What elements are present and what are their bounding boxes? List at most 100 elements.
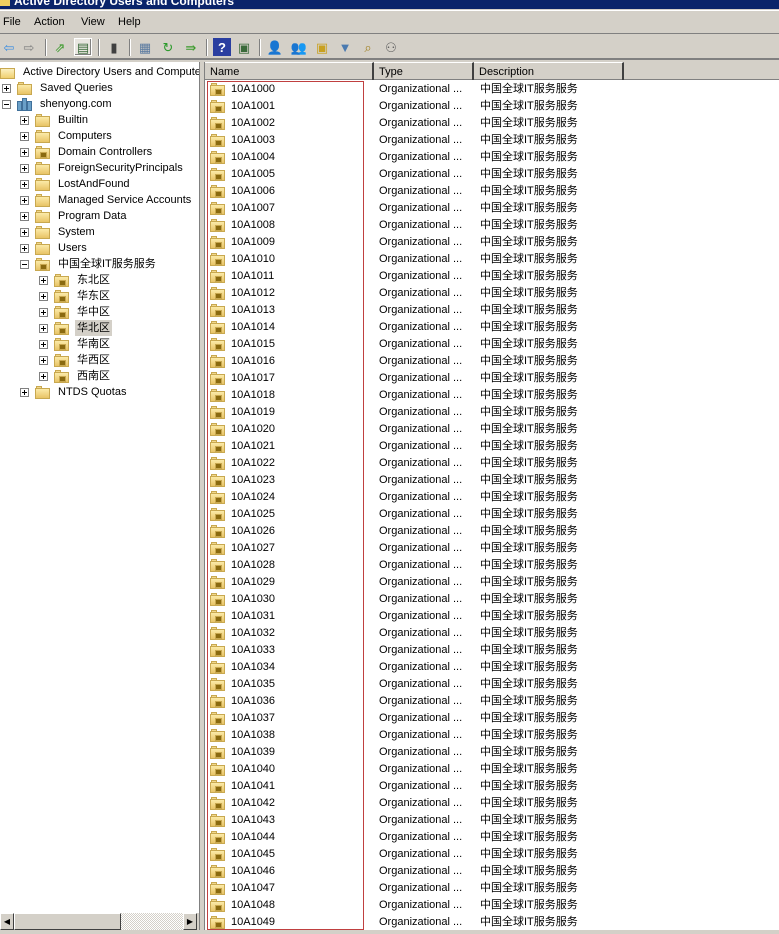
column-header-description[interactable]: Description: [474, 62, 624, 80]
list-row[interactable]: 10A1042 Organizational ... 中国全球IT服务服务: [205, 795, 779, 812]
expand-icon[interactable]: [39, 371, 48, 381]
tree-item[interactable]: 华西区: [39, 352, 112, 368]
expand-icon[interactable]: [39, 275, 48, 285]
clipboard-icon[interactable]: ▮: [105, 38, 123, 56]
list-row[interactable]: 10A1002 Organizational ... 中国全球IT服务服务: [205, 115, 779, 132]
tree-item[interactable]: Builtin: [20, 112, 90, 128]
list-row[interactable]: 10A1043 Organizational ... 中国全球IT服务服务: [205, 812, 779, 829]
tree-item[interactable]: System: [20, 224, 97, 240]
list-row[interactable]: 10A1017 Organizational ... 中国全球IT服务服务: [205, 370, 779, 387]
list-row[interactable]: 10A1012 Organizational ... 中国全球IT服务服务: [205, 285, 779, 302]
list-row[interactable]: 10A1001 Organizational ... 中国全球IT服务服务: [205, 98, 779, 115]
list-row[interactable]: 10A1030 Organizational ... 中国全球IT服务服务: [205, 591, 779, 608]
back-icon[interactable]: ⇦: [0, 38, 18, 56]
list-row[interactable]: 10A1049 Organizational ... 中国全球IT服务服务: [205, 914, 779, 931]
expand-icon[interactable]: [20, 195, 29, 205]
expand-icon[interactable]: [39, 355, 48, 365]
expand-icon[interactable]: [20, 211, 29, 221]
expand-icon[interactable]: [2, 83, 11, 93]
properties-icon[interactable]: ▦: [136, 38, 154, 56]
list-row[interactable]: 10A1007 Organizational ... 中国全球IT服务服务: [205, 200, 779, 217]
list-row[interactable]: 10A1021 Organizational ... 中国全球IT服务服务: [205, 438, 779, 455]
menu-help[interactable]: Help: [118, 16, 141, 28]
menu-view[interactable]: View: [81, 16, 105, 28]
filter-icon[interactable]: ▼: [336, 38, 354, 56]
tree-horizontal-scrollbar[interactable]: ◀ ▶: [0, 913, 199, 930]
list-row[interactable]: 10A1045 Organizational ... 中国全球IT服务服务: [205, 846, 779, 863]
scroll-thumb[interactable]: [14, 913, 121, 930]
expand-icon[interactable]: [39, 323, 48, 333]
tree-item[interactable]: 中国全球IT服务服务: [20, 256, 158, 272]
list-row[interactable]: 10A1009 Organizational ... 中国全球IT服务服务: [205, 234, 779, 251]
list-row[interactable]: 10A1000 Organizational ... 中国全球IT服务服务: [205, 81, 779, 98]
list-row[interactable]: 10A1005 Organizational ... 中国全球IT服务服务: [205, 166, 779, 183]
list-row[interactable]: 10A1024 Organizational ... 中国全球IT服务服务: [205, 489, 779, 506]
tree-item[interactable]: ForeignSecurityPrincipals: [20, 160, 185, 176]
forward-icon[interactable]: ⇨: [20, 38, 38, 56]
list-row[interactable]: 10A1048 Organizational ... 中国全球IT服务服务: [205, 897, 779, 914]
list-row[interactable]: 10A1026 Organizational ... 中国全球IT服务服务: [205, 523, 779, 540]
list-row[interactable]: 10A1011 Organizational ... 中国全球IT服务服务: [205, 268, 779, 285]
refresh-icon[interactable]: ↻: [159, 38, 177, 56]
show-action-pane-icon[interactable]: ▣: [235, 38, 253, 56]
tree-item[interactable]: Domain Controllers: [20, 144, 154, 160]
expand-icon[interactable]: [20, 115, 29, 125]
show-hide-console-tree-icon[interactable]: ▤: [74, 38, 92, 56]
list-row[interactable]: 10A1023 Organizational ... 中国全球IT服务服务: [205, 472, 779, 489]
list-row[interactable]: 10A1037 Organizational ... 中国全球IT服务服务: [205, 710, 779, 727]
list-row[interactable]: 10A1041 Organizational ... 中国全球IT服务服务: [205, 778, 779, 795]
list-row[interactable]: 10A1020 Organizational ... 中国全球IT服务服务: [205, 421, 779, 438]
list-row[interactable]: 10A1039 Organizational ... 中国全球IT服务服务: [205, 744, 779, 761]
expand-icon[interactable]: [20, 243, 29, 253]
list-row[interactable]: 10A1003 Organizational ... 中国全球IT服务服务: [205, 132, 779, 149]
list-row[interactable]: 10A1015 Organizational ... 中国全球IT服务服务: [205, 336, 779, 353]
new-ou-icon[interactable]: ▣: [313, 38, 331, 56]
new-group-icon[interactable]: 👥: [290, 38, 308, 56]
expand-icon[interactable]: [20, 131, 29, 141]
expand-icon[interactable]: [20, 387, 29, 397]
list-row[interactable]: 10A1006 Organizational ... 中国全球IT服务服务: [205, 183, 779, 200]
tree-item[interactable]: Computers: [20, 128, 114, 144]
scroll-right-button[interactable]: ▶: [183, 913, 197, 930]
find-icon[interactable]: ⌕: [359, 38, 377, 56]
new-user-icon[interactable]: 👤: [266, 38, 284, 56]
column-header-type[interactable]: Type: [374, 62, 474, 80]
menu-action[interactable]: Action: [34, 16, 65, 28]
list-row[interactable]: 10A1040 Organizational ... 中国全球IT服务服务: [205, 761, 779, 778]
add-to-group-icon[interactable]: ⚇: [382, 38, 400, 56]
tree-item[interactable]: 西南区: [39, 368, 112, 384]
list-row[interactable]: 10A1016 Organizational ... 中国全球IT服务服务: [205, 353, 779, 370]
list-row[interactable]: 10A1010 Organizational ... 中国全球IT服务服务: [205, 251, 779, 268]
menu-file[interactable]: File: [3, 16, 21, 28]
collapse-icon[interactable]: [2, 99, 11, 109]
tree-item[interactable]: 华中区: [39, 304, 112, 320]
expand-icon[interactable]: [39, 291, 48, 301]
list-row[interactable]: 10A1004 Organizational ... 中国全球IT服务服务: [205, 149, 779, 166]
list-row[interactable]: 10A1031 Organizational ... 中国全球IT服务服务: [205, 608, 779, 625]
expand-icon[interactable]: [39, 307, 48, 317]
list-row[interactable]: 10A1044 Organizational ... 中国全球IT服务服务: [205, 829, 779, 846]
list-row[interactable]: 10A1047 Organizational ... 中国全球IT服务服务: [205, 880, 779, 897]
tree-item[interactable]: LostAndFound: [20, 176, 132, 192]
expand-icon[interactable]: [20, 179, 29, 189]
list-row[interactable]: 10A1034 Organizational ... 中国全球IT服务服务: [205, 659, 779, 676]
tree-item[interactable]: NTDS Quotas: [20, 384, 128, 400]
tree-item[interactable]: Saved Queries: [2, 80, 115, 96]
help-icon[interactable]: ?: [213, 38, 231, 56]
list-row[interactable]: 10A1008 Organizational ... 中国全球IT服务服务: [205, 217, 779, 234]
list-row[interactable]: 10A1018 Organizational ... 中国全球IT服务服务: [205, 387, 779, 404]
list-row[interactable]: 10A1033 Organizational ... 中国全球IT服务服务: [205, 642, 779, 659]
list-row[interactable]: 10A1025 Organizational ... 中国全球IT服务服务: [205, 506, 779, 523]
tree-item[interactable]: 东北区: [39, 272, 112, 288]
up-one-level-icon[interactable]: ⇗: [51, 38, 69, 56]
expand-icon[interactable]: [20, 147, 29, 157]
list-row[interactable]: 10A1036 Organizational ... 中国全球IT服务服务: [205, 693, 779, 710]
list-row[interactable]: 10A1035 Organizational ... 中国全球IT服务服务: [205, 676, 779, 693]
list-row[interactable]: 10A1038 Organizational ... 中国全球IT服务服务: [205, 727, 779, 744]
tree-item[interactable]: Program Data: [20, 208, 128, 224]
export-list-icon[interactable]: ⇛: [182, 38, 200, 56]
tree-item[interactable]: 华东区: [39, 288, 112, 304]
tree-root[interactable]: Active Directory Users and Computers: [0, 64, 199, 80]
tree-item[interactable]: Managed Service Accounts: [20, 192, 193, 208]
expand-icon[interactable]: [39, 339, 48, 349]
